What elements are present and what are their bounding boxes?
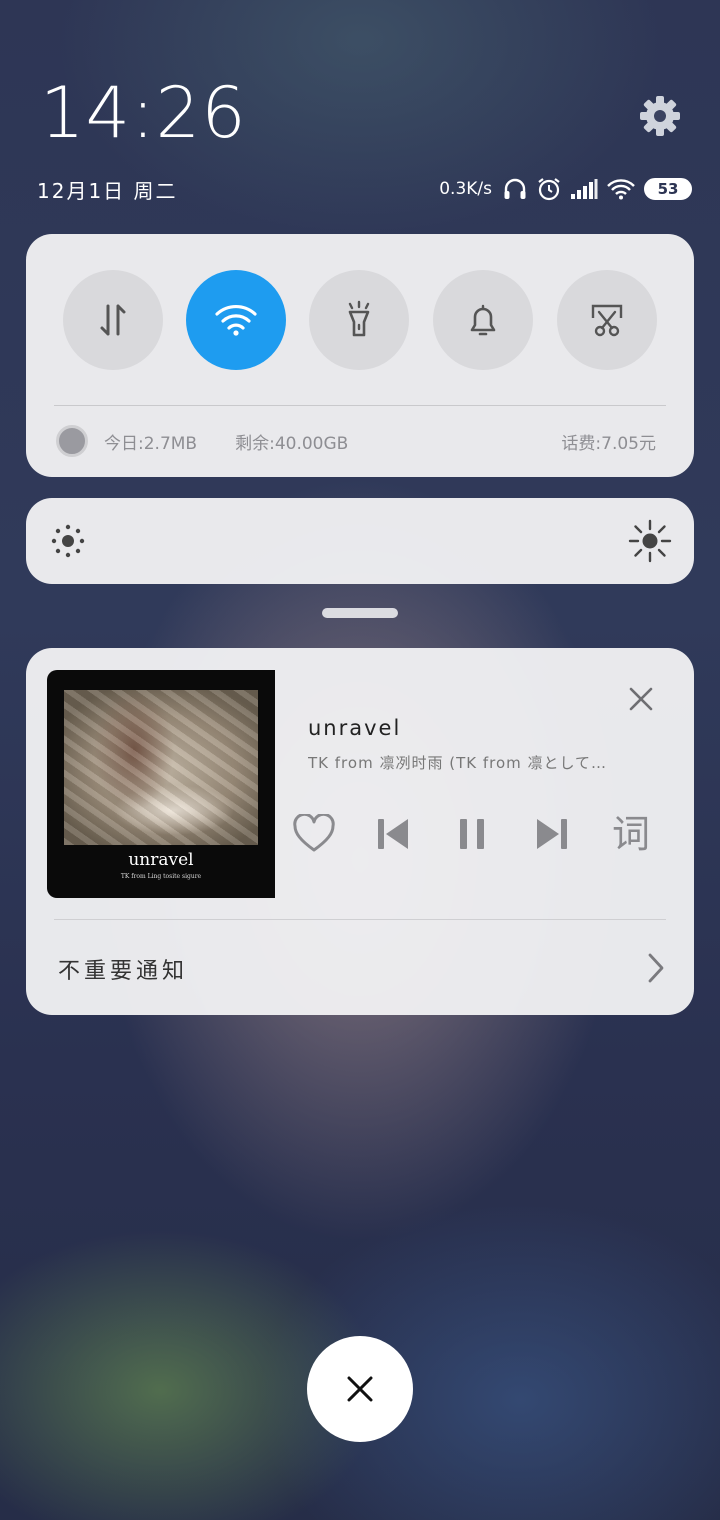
drag-handle[interactable]	[322, 608, 398, 618]
previous-track-icon[interactable]	[371, 812, 415, 856]
album-cover: unravel TK from Ling tosite sigure	[47, 670, 275, 898]
clock-time: 14:26	[40, 72, 247, 154]
status-bar: 0.3K/s 53	[439, 174, 692, 204]
signal-icon	[570, 178, 598, 200]
song-title: unravel	[308, 716, 402, 740]
album-subtitle: TK from Ling tosite sigure	[120, 873, 202, 880]
data-today: 今日:2.7MB	[104, 433, 198, 454]
headphones-icon	[502, 176, 528, 202]
phone-fee: 话费:7.05元	[561, 433, 656, 454]
album-title: unravel	[128, 850, 194, 870]
wifi-icon	[215, 304, 257, 336]
mobile-data-toggle[interactable]	[63, 270, 163, 370]
alarm-icon	[536, 176, 562, 202]
battery-icon: 53	[644, 178, 692, 200]
divider	[54, 405, 666, 406]
brightness-low-icon	[51, 524, 85, 558]
lyrics-button[interactable]: 词	[609, 812, 653, 856]
close-icon[interactable]	[626, 684, 656, 714]
brightness-slider[interactable]	[26, 498, 694, 584]
song-artist: TK from 凛冽时雨 (TK from 凛として…	[308, 754, 608, 772]
sound-toggle[interactable]	[433, 270, 533, 370]
data-usage-row[interactable]: 今日:2.7MB 剩余:40.00GB 话费:7.05元	[56, 424, 656, 458]
scissors-icon	[591, 304, 623, 337]
like-heart-icon[interactable]	[292, 812, 336, 856]
pause-icon[interactable]	[450, 812, 494, 856]
close-icon	[347, 1376, 373, 1402]
flashlight-icon	[348, 300, 370, 337]
date-label: 12月1日 周二	[37, 179, 178, 203]
data-usage-icon	[56, 425, 88, 457]
settings-gear-icon[interactable]	[636, 92, 684, 140]
album-photo	[64, 690, 258, 845]
next-track-icon[interactable]	[530, 812, 574, 856]
wifi-toggle[interactable]	[186, 270, 286, 370]
brightness-high-icon	[628, 519, 672, 563]
bell-icon	[470, 304, 496, 336]
music-notification[interactable]: unravel TK from Ling tosite sigure unrav…	[26, 648, 694, 1015]
chevron-right-icon[interactable]	[644, 952, 668, 988]
divider	[54, 919, 666, 920]
clear-all-button[interactable]	[307, 1336, 413, 1442]
quick-settings-panel: 今日:2.7MB 剩余:40.00GB 话费:7.05元	[26, 234, 694, 477]
unimportant-notifications-label[interactable]: 不重要通知	[58, 953, 188, 985]
screenshot-toggle[interactable]	[557, 270, 657, 370]
network-speed: 0.3K/s	[439, 179, 492, 199]
wifi-status-icon	[606, 178, 636, 200]
data-arrows-icon	[100, 304, 126, 336]
data-remaining: 剩余:40.00GB	[235, 433, 349, 454]
flashlight-toggle[interactable]	[309, 270, 409, 370]
